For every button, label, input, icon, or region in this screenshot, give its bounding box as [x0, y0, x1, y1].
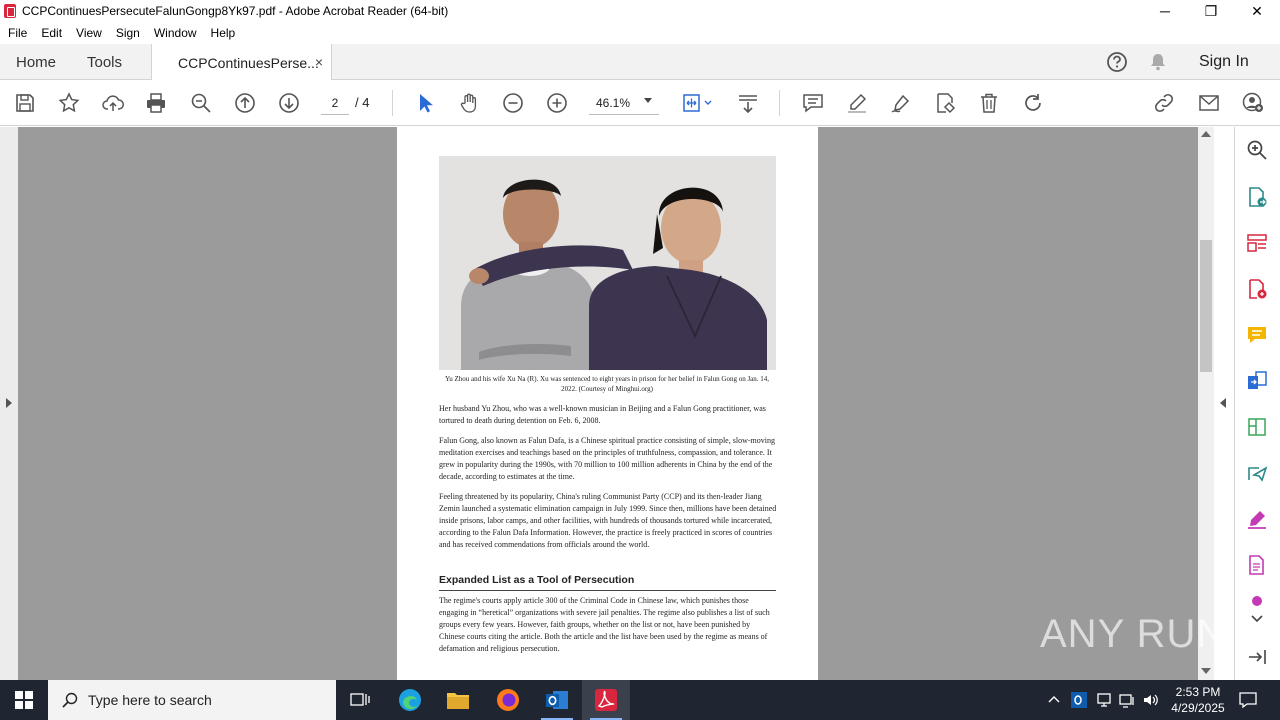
close-tab-icon[interactable]: ×: [315, 54, 323, 70]
search-icon: [62, 692, 78, 708]
upload-cloud-icon[interactable]: [101, 91, 125, 115]
fill-sign-icon[interactable]: [933, 91, 957, 115]
zoom-out-magnifier-icon[interactable]: [189, 91, 213, 115]
network-icon[interactable]: [1118, 691, 1136, 714]
notifications-bell-icon[interactable]: [1148, 44, 1168, 80]
collapse-pane-icon[interactable]: [1245, 645, 1269, 669]
protect-pdf-icon[interactable]: [1245, 553, 1269, 577]
menu-sign[interactable]: Sign: [116, 26, 140, 40]
task-view-icon[interactable]: [336, 680, 384, 720]
tab-home[interactable]: Home: [16, 44, 56, 80]
tab-tools[interactable]: Tools: [87, 44, 122, 80]
bookmark-star-icon[interactable]: [57, 91, 81, 115]
chevron-down-icon[interactable]: [1245, 610, 1269, 628]
toolbar-separator: [392, 90, 393, 116]
print-icon[interactable]: [144, 91, 168, 115]
select-cursor-icon[interactable]: [413, 91, 437, 115]
acrobat-reader-taskbar-icon[interactable]: [582, 680, 630, 720]
tab-document-label: CCPContinuesPerse...: [178, 54, 319, 71]
notification-center-icon[interactable]: [1238, 690, 1258, 715]
fit-page-dropdown-icon[interactable]: [682, 91, 716, 115]
compress-pdf-icon[interactable]: [1245, 415, 1269, 439]
acrobat-app-icon: [4, 4, 16, 18]
draw-signature-icon[interactable]: [889, 91, 913, 115]
share-link-icon[interactable]: [1152, 91, 1176, 115]
search-placeholder: Type here to search: [88, 692, 212, 708]
zoom-out-icon[interactable]: [501, 91, 525, 115]
delete-trash-icon[interactable]: [977, 91, 1001, 115]
scrollbar-thumb[interactable]: [1200, 240, 1212, 372]
close-window-button[interactable]: ✕: [1234, 0, 1280, 22]
organize-pages-icon[interactable]: [1245, 231, 1269, 255]
section-heading: Expanded List as a Tool of Persecution: [439, 574, 635, 586]
title-bar: CCPContinuesPersecuteFalunGongp8Yk97.pdf…: [0, 0, 1280, 22]
clock-time: 2:53 PM: [1175, 685, 1221, 699]
scroll-mode-icon[interactable]: [736, 91, 760, 115]
pdf-page[interactable]: Yu Zhou and his wife Xu Na (R). Xu was s…: [397, 127, 818, 680]
firefox-browser-icon[interactable]: [484, 680, 532, 720]
clock-date: 4/29/2025: [1171, 701, 1225, 715]
page-number-input[interactable]: [321, 91, 349, 115]
menu-bar: File Edit View Sign Window Help: [0, 22, 1280, 44]
collapse-right-panel-icon[interactable]: [1220, 398, 1226, 408]
edge-browser-icon[interactable]: [386, 680, 434, 720]
watermark-logo: ANY RUN: [1040, 612, 1227, 656]
taskbar-search-box[interactable]: Type here to search: [48, 680, 336, 720]
menu-window[interactable]: Window: [154, 26, 197, 40]
email-icon[interactable]: [1197, 91, 1221, 115]
minimize-button[interactable]: ─: [1142, 0, 1188, 22]
scroll-down-arrow-icon[interactable]: [1201, 668, 1211, 674]
search-zoom-icon[interactable]: [1245, 138, 1269, 162]
show-hidden-icons-chevron-icon[interactable]: [1046, 692, 1062, 713]
next-page-icon[interactable]: [277, 91, 301, 115]
zoom-level-value: 46.1%: [596, 96, 631, 110]
volume-speaker-icon[interactable]: [1142, 691, 1160, 714]
create-pdf-icon[interactable]: [1245, 277, 1269, 301]
paragraph: Feeling threatened by its popularity, Ch…: [439, 492, 777, 549]
menu-edit[interactable]: Edit: [41, 26, 62, 40]
send-for-review-icon[interactable]: [1245, 461, 1269, 485]
paragraph: Falun Gong, also known as Falun Dafa, is…: [439, 436, 775, 481]
comment-tool-icon[interactable]: [1245, 323, 1269, 347]
menu-help[interactable]: Help: [211, 26, 236, 40]
share-user-icon[interactable]: [1241, 91, 1265, 115]
save-icon[interactable]: [13, 91, 37, 115]
sign-in-button[interactable]: Sign In: [1199, 44, 1249, 80]
window-title: CCPContinuesPersecuteFalunGongp8Yk97.pdf…: [22, 4, 449, 18]
tabs-row: Home Tools CCPContinuesPerse... ×: [0, 44, 1280, 81]
comment-icon[interactable]: [801, 91, 825, 115]
highlight-pen-icon[interactable]: [845, 91, 869, 115]
hand-tool-icon[interactable]: [457, 91, 481, 115]
toolbar-separator: [779, 90, 780, 116]
vertical-scrollbar[interactable]: [1198, 127, 1214, 680]
expand-left-panel-icon[interactable]: [6, 398, 12, 408]
rotate-icon[interactable]: [1021, 91, 1045, 115]
file-explorer-icon[interactable]: [434, 680, 482, 720]
network-adapter-icon[interactable]: [1095, 691, 1113, 714]
restore-button[interactable]: ❐: [1188, 0, 1234, 22]
photo-caption: Yu Zhou and his wife Xu Na (R). Xu was s…: [444, 375, 770, 393]
page-total: / 4: [355, 95, 370, 110]
combine-files-icon[interactable]: [1245, 369, 1269, 393]
menu-file[interactable]: File: [8, 26, 27, 40]
previous-page-icon[interactable]: [233, 91, 257, 115]
help-icon[interactable]: [1106, 44, 1128, 80]
zoom-in-icon[interactable]: [545, 91, 569, 115]
more-tools-icon[interactable]: [1245, 593, 1269, 607]
export-pdf-icon[interactable]: [1245, 185, 1269, 209]
windows-start-icon[interactable]: [0, 680, 48, 720]
system-clock[interactable]: 2:53 PM 4/29/2025: [1160, 684, 1236, 716]
outlook-icon[interactable]: [533, 680, 581, 720]
heading-divider: [439, 590, 776, 591]
paragraph: Her husband Yu Zhou, who was a well-know…: [439, 404, 766, 425]
chevron-down-icon[interactable]: [644, 98, 652, 103]
paragraph: The regime's courts apply article 300 of…: [439, 596, 770, 653]
article-photo: [439, 156, 776, 370]
menu-view[interactable]: View: [76, 26, 102, 40]
scroll-up-arrow-icon[interactable]: [1201, 131, 1211, 137]
fill-and-sign-icon[interactable]: [1245, 507, 1269, 531]
outlook-tray-icon[interactable]: [1070, 691, 1088, 714]
tab-document[interactable]: CCPContinuesPerse... ×: [151, 44, 332, 81]
